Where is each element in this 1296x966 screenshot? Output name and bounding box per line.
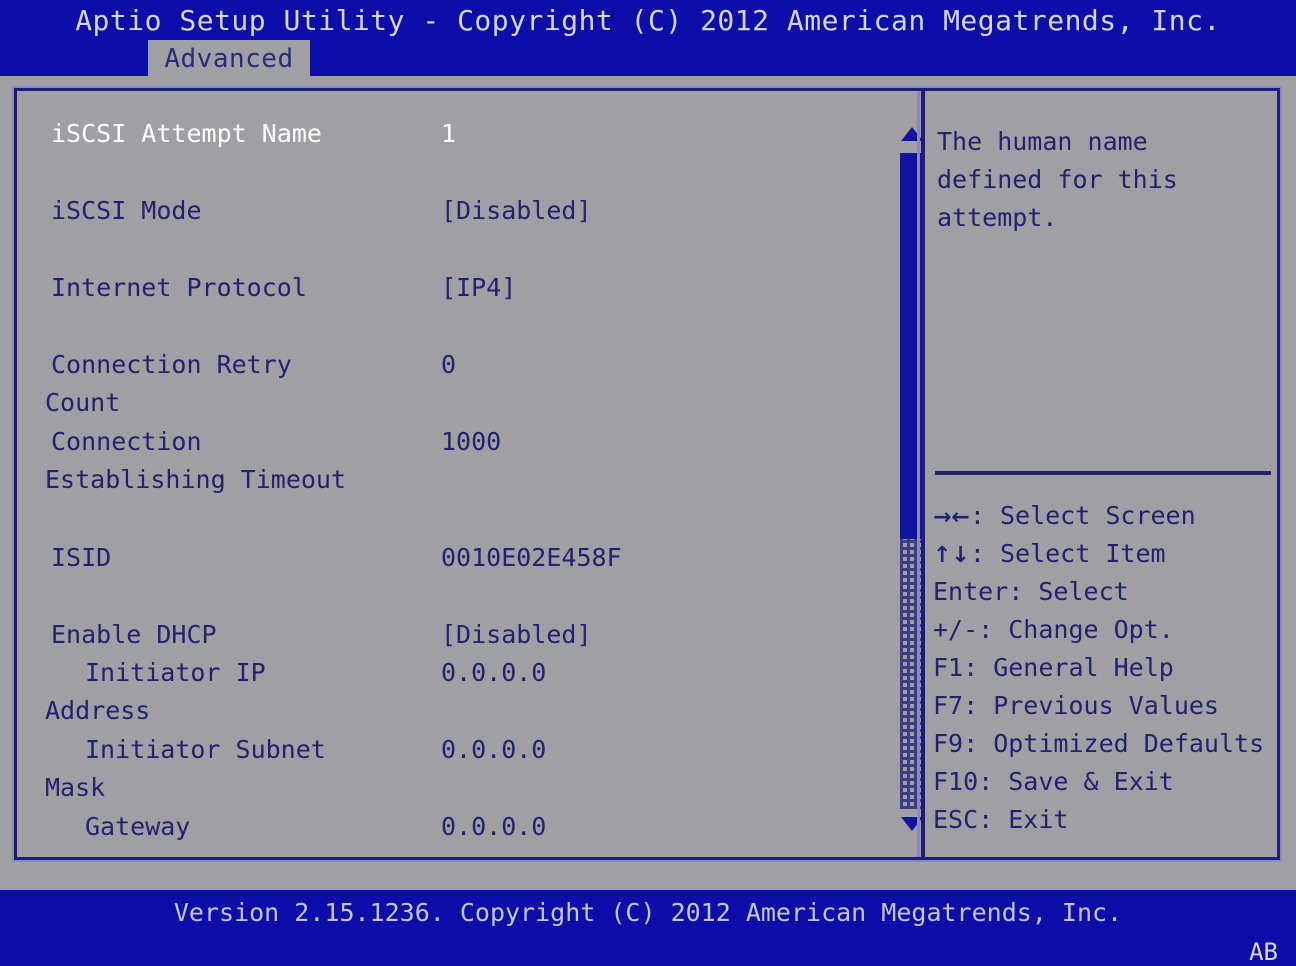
settings-row-label: Connection Retry	[51, 350, 292, 379]
help-key-text: ESC: Exit	[933, 805, 1069, 834]
panel-divider-highlight	[917, 91, 920, 857]
settings-row-value[interactable]: [Disabled]	[441, 620, 592, 649]
help-key-arrow-icon: ↑↓	[933, 543, 970, 568]
help-key-text: F9: Optimized Defaults	[933, 729, 1265, 758]
settings-list: iSCSI Attempt Name 1 iSCSI Mode [Disabled] I…	[17, 91, 877, 857]
footer-version-text: Version 2.15.1236. Copyright (C) 2012 Am…	[173, 898, 1123, 927]
help-key-text: F7: Previous Values	[933, 691, 1219, 720]
footer-code: AB	[1249, 938, 1278, 966]
help-key-line: +/-: Change Opt.	[933, 615, 1277, 644]
help-key-text: F1: General Help	[933, 653, 1174, 682]
help-key-text: : Select Item	[969, 539, 1166, 568]
setup-frame: iSCSI Attempt Name 1 iSCSI Mode [Disabled] I…	[12, 86, 1282, 862]
help-key-text: : Select Screen	[969, 501, 1196, 530]
help-key-text: Enter: Select	[933, 577, 1129, 606]
help-key-line: F10: Save & Exit	[933, 767, 1277, 796]
settings-row-label: Connection	[51, 427, 202, 456]
settings-row-label: iSCSI Mode	[51, 196, 202, 225]
help-key-text: +/-: Change Opt.	[933, 615, 1174, 644]
settings-row-value[interactable]: [Disabled]	[441, 196, 592, 225]
settings-row-value[interactable]: 1	[441, 119, 456, 148]
help-key-line: →←: Select Screen	[933, 501, 1277, 530]
settings-row-continuation-label: Establishing Timeout	[45, 465, 347, 494]
help-description: The human name defined for this attempt.	[937, 127, 1178, 232]
settings-row-continuation-label: Address	[45, 696, 151, 725]
settings-row-label: Enable DHCP	[51, 620, 217, 649]
settings-row-value[interactable]: 1000	[441, 427, 501, 456]
settings-row-continuation-label: Count	[45, 388, 121, 417]
settings-row-label: ISID	[51, 543, 112, 572]
settings-row-label: Initiator IP	[85, 658, 266, 687]
tab-advanced[interactable]: Advanced	[148, 40, 310, 78]
settings-row-label: iSCSI Attempt Name	[51, 119, 322, 148]
settings-row-value[interactable]: [IP4]	[441, 273, 516, 302]
tab-advanced-label: Advanced	[164, 44, 294, 74]
help-key-line: F7: Previous Values	[933, 691, 1277, 720]
footer-band: Version 2.15.1236. Copyright (C) 2012 Am…	[0, 890, 1296, 966]
help-key-line: F1: General Help	[933, 653, 1277, 682]
help-key-line: ↑↓: Select Item	[933, 539, 1277, 568]
help-key-line: Enter: Select	[933, 577, 1277, 606]
help-key-text: F10: Save & Exit	[933, 767, 1174, 796]
settings-row-value[interactable]: 0	[441, 350, 456, 379]
settings-row-value[interactable]: 0.0.0.0	[441, 812, 546, 841]
tab-strip: Advanced	[0, 40, 1296, 78]
page-title: Aptio Setup Utility - Copyright (C) 2012…	[75, 4, 1221, 37]
settings-row-label: Internet Protocol	[51, 273, 307, 302]
help-key-line: F9: Optimized Defaults	[933, 729, 1277, 758]
settings-row-value[interactable]: 0010E02E458F	[441, 543, 622, 572]
settings-row-value[interactable]: 0.0.0.0	[441, 735, 546, 764]
panel-divider	[921, 91, 925, 857]
help-separator	[935, 471, 1271, 475]
settings-row-continuation-label: Mask	[45, 773, 106, 802]
settings-row-value[interactable]: 0.0.0.0	[441, 658, 546, 687]
settings-row-label: Gateway	[85, 812, 191, 841]
help-key-arrow-icon: →←	[933, 505, 970, 530]
settings-row-label: Initiator Subnet	[85, 735, 326, 764]
help-panel: The human name defined for this attempt.…	[929, 91, 1277, 857]
help-key-line: ESC: Exit	[933, 805, 1277, 834]
